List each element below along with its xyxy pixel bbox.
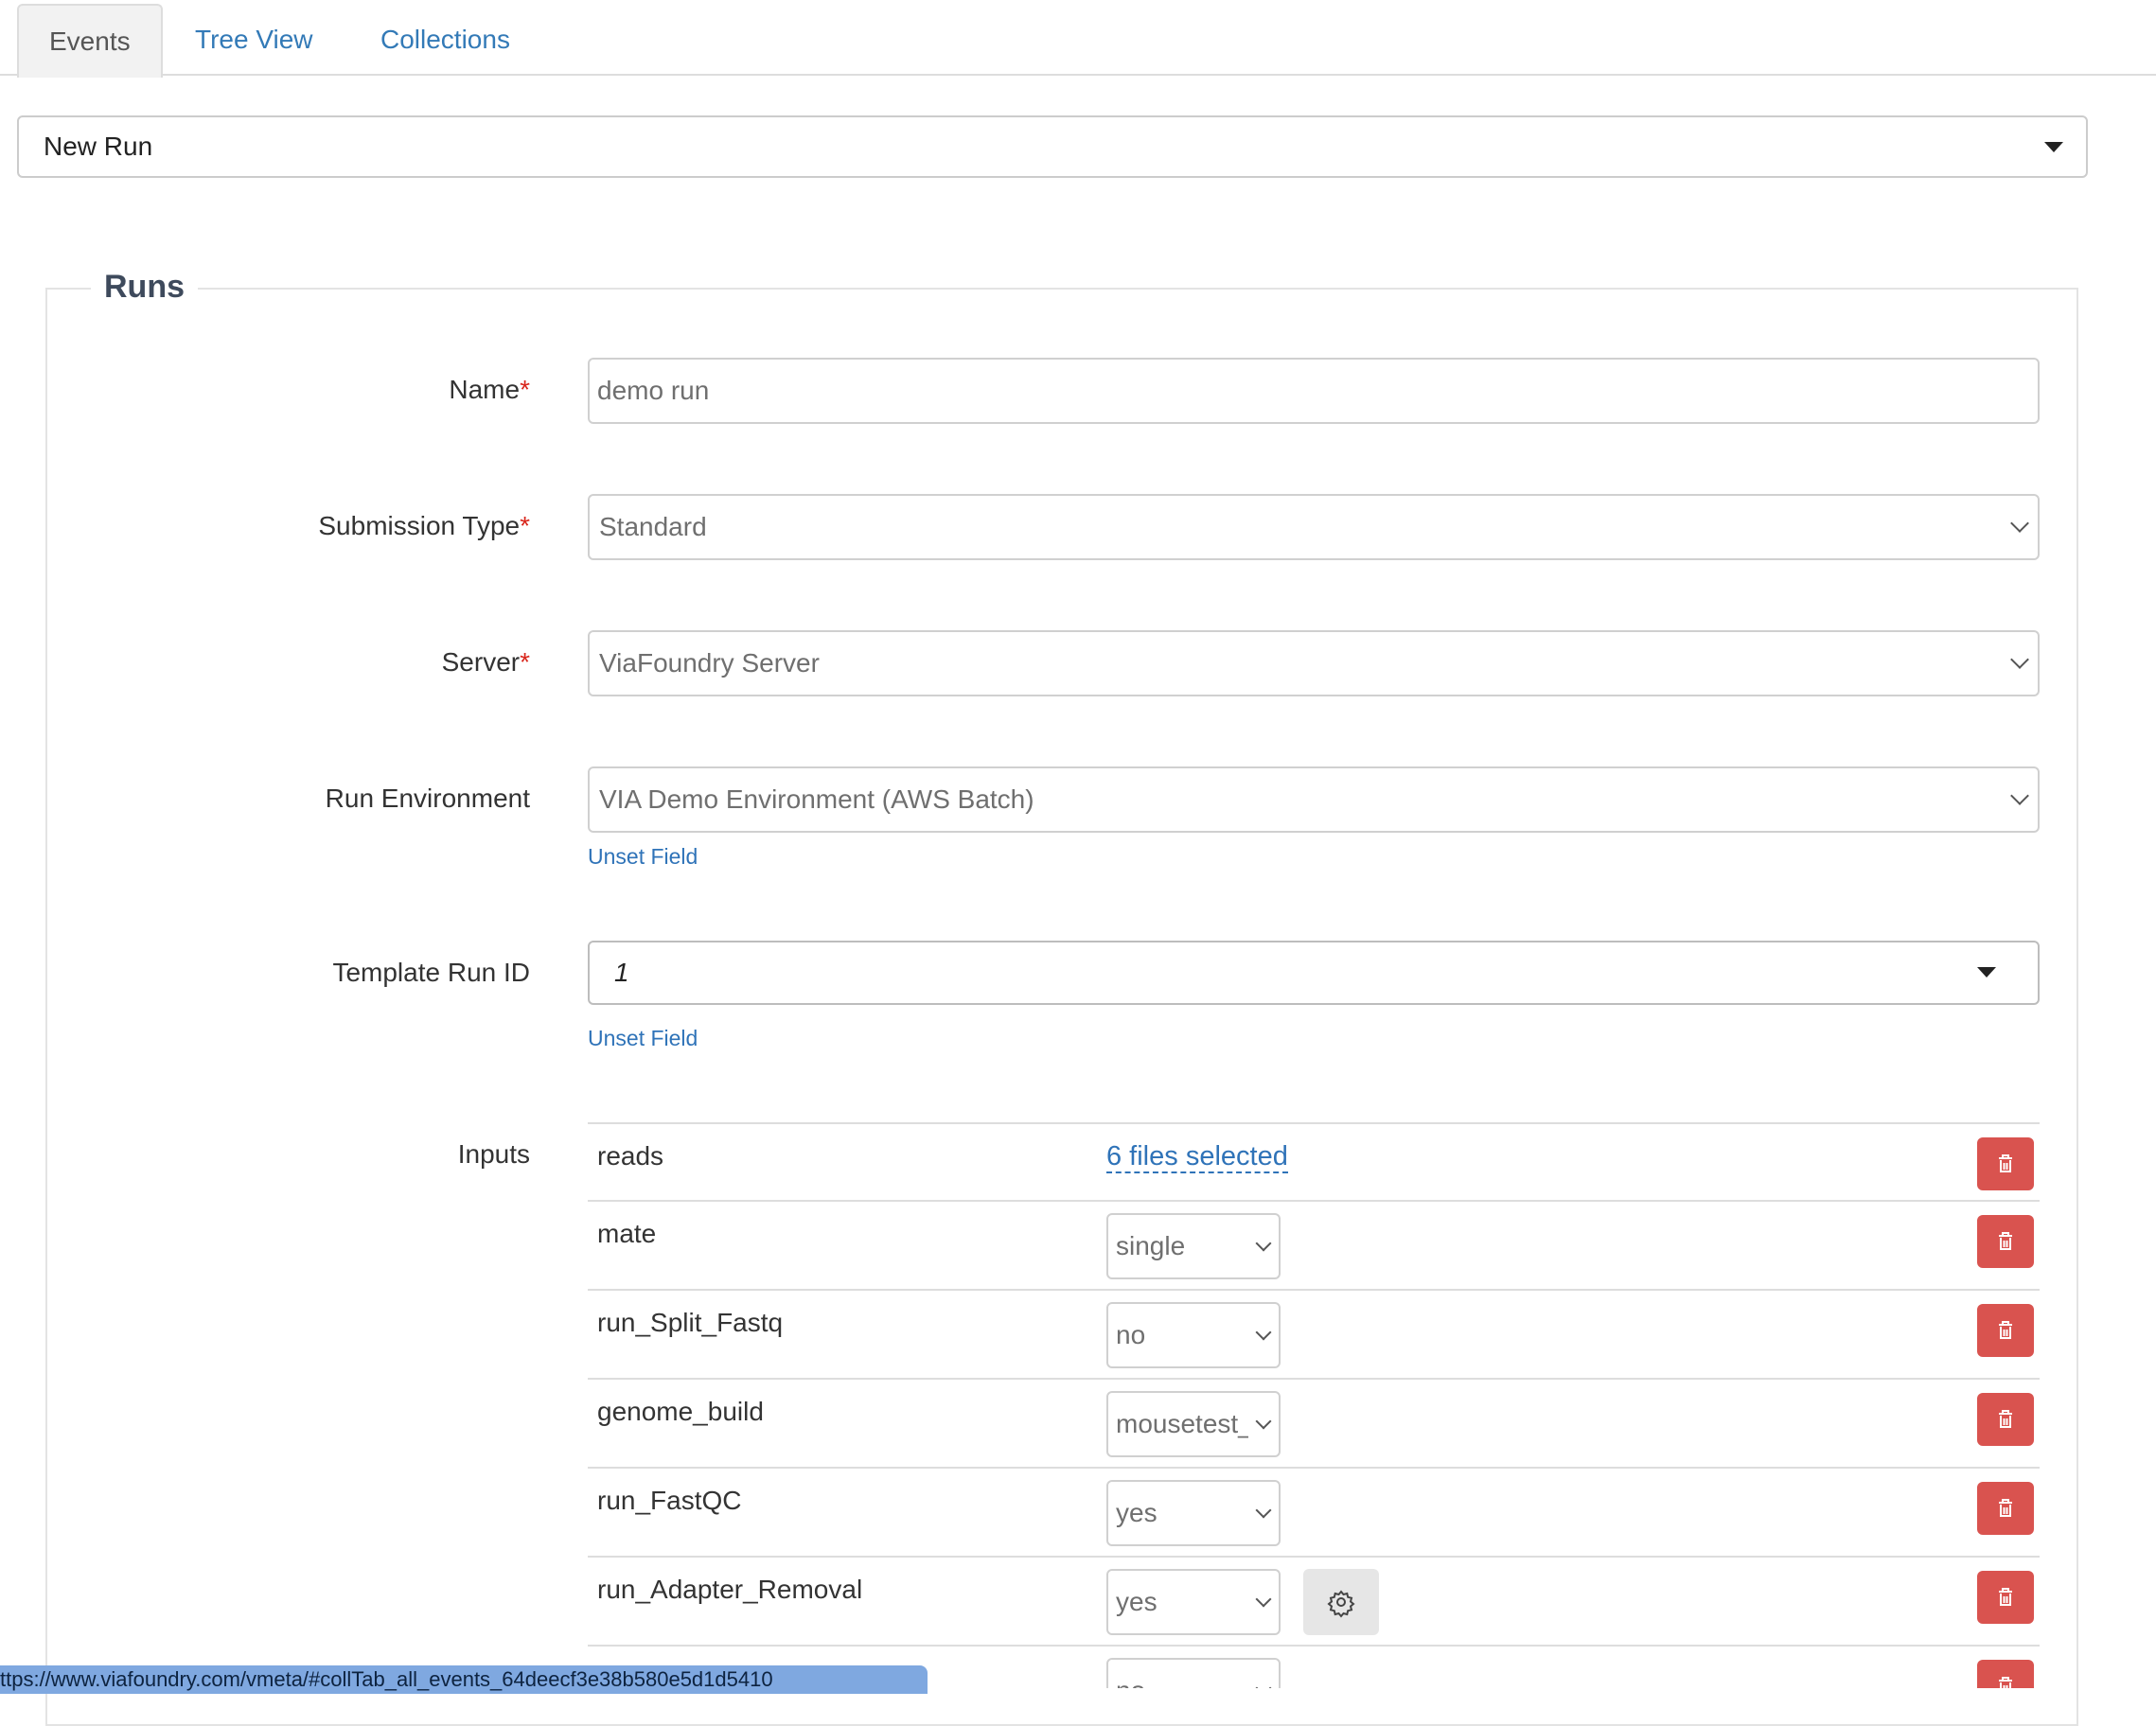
- template-run-id-label: Template Run ID: [332, 958, 530, 987]
- required-marker: *: [520, 511, 530, 540]
- template-run-id-select[interactable]: 1: [588, 941, 2040, 1005]
- delete-input-button[interactable]: [1977, 1304, 2034, 1357]
- run-environment-select[interactable]: VIA Demo Environment (AWS Batch): [588, 766, 2040, 833]
- submission-type-select[interactable]: Standard: [588, 494, 2040, 560]
- chevron-down-icon: [2010, 650, 2029, 669]
- settings-button[interactable]: [1303, 1569, 1379, 1635]
- input-row-reads: reads 6 files selected: [588, 1122, 2040, 1200]
- trash-icon: [1999, 1677, 2012, 1688]
- name-input-value: demo run: [597, 376, 710, 405]
- server-value: ViaFoundry Server: [599, 648, 820, 678]
- inputs-label: Inputs: [457, 1139, 530, 1169]
- delete-input-button[interactable]: [1977, 1393, 2034, 1446]
- input-row-genome-build: genome_build mousetest_: [588, 1378, 2040, 1467]
- input-value: yes: [1116, 1498, 1158, 1527]
- submission-type-label: Submission Type*: [318, 511, 530, 540]
- chevron-down-icon: [1255, 1413, 1272, 1430]
- required-marker: *: [520, 647, 530, 677]
- input-name: mate: [597, 1219, 657, 1248]
- server-select[interactable]: ViaFoundry Server: [588, 630, 2040, 696]
- chevron-down-icon: [1255, 1324, 1272, 1341]
- chevron-down-icon: [1255, 1591, 1272, 1608]
- files-selected-link[interactable]: 6 files selected: [1106, 1141, 1288, 1173]
- input-row-run-split-fastq: run_Split_Fastq no: [588, 1289, 2040, 1378]
- delete-input-button[interactable]: [1977, 1482, 2034, 1535]
- delete-input-button[interactable]: [1977, 1137, 2034, 1190]
- template-run-id-value: 1: [614, 958, 629, 987]
- chevron-down-icon: [1255, 1680, 1272, 1688]
- delete-input-button[interactable]: [1977, 1215, 2034, 1268]
- chevron-down-icon: [2010, 514, 2029, 533]
- input-value: no: [1116, 1320, 1146, 1349]
- input-name: run_Adapter_Removal: [597, 1575, 863, 1604]
- required-marker: *: [520, 375, 530, 404]
- trash-icon: [1999, 1321, 2012, 1339]
- delete-input-button[interactable]: [1977, 1571, 2034, 1624]
- input-value: single: [1116, 1231, 1186, 1260]
- chevron-down-icon: [2010, 786, 2029, 805]
- input-name: genome_build: [597, 1397, 764, 1426]
- trash-icon: [1999, 1232, 2012, 1250]
- caret-down-icon: [2044, 142, 2063, 152]
- name-label: Name*: [449, 375, 530, 404]
- input-name: run_Split_Fastq: [597, 1308, 784, 1337]
- input-row-mate: mate single: [588, 1200, 2040, 1289]
- trash-icon: [1999, 1499, 2012, 1517]
- unset-run-environment-link[interactable]: Unset Field: [588, 844, 698, 870]
- input-value-select[interactable]: mousetest_: [1106, 1391, 1281, 1457]
- event-select-value: New Run: [44, 132, 153, 161]
- trash-icon: [1999, 1410, 2012, 1428]
- tab-bar: Events Tree View Collections: [0, 0, 2156, 78]
- delete-input-button[interactable]: [1977, 1660, 2034, 1688]
- input-name: reads: [597, 1141, 664, 1171]
- input-value: mousetest_: [1116, 1409, 1248, 1438]
- name-input[interactable]: demo run: [588, 358, 2040, 424]
- input-name: run_FastQC: [597, 1486, 742, 1515]
- input-value: no: [1116, 1660, 1248, 1688]
- tab-tree-view[interactable]: Tree View: [165, 4, 344, 76]
- run-environment-value: VIA Demo Environment (AWS Batch): [599, 784, 1034, 814]
- chevron-down-icon: [1255, 1502, 1272, 1519]
- runs-legend: Runs: [91, 265, 198, 308]
- tab-events[interactable]: Events: [17, 4, 163, 78]
- submission-type-value: Standard: [599, 512, 707, 541]
- server-label: Server*: [441, 647, 530, 677]
- input-row-run-adapter-removal: run_Adapter_Removal yes: [588, 1556, 2040, 1645]
- run-environment-label: Run Environment: [325, 784, 530, 813]
- chevron-down-icon: [1255, 1235, 1272, 1252]
- input-value-select[interactable]: yes: [1106, 1480, 1281, 1546]
- input-value: yes: [1116, 1587, 1158, 1616]
- input-value-select[interactable]: single: [1106, 1213, 1281, 1279]
- trash-icon: [1999, 1588, 2012, 1606]
- caret-down-icon: [1977, 967, 1996, 977]
- input-value-select[interactable]: no: [1106, 1658, 1281, 1688]
- trash-icon: [1999, 1154, 2012, 1172]
- input-row-run-fastqc: run_FastQC yes: [588, 1467, 2040, 1556]
- input-value-select[interactable]: no: [1106, 1302, 1281, 1368]
- input-value-select[interactable]: yes: [1106, 1569, 1281, 1635]
- tab-collections[interactable]: Collections: [350, 4, 540, 76]
- event-select[interactable]: New Run: [17, 115, 2088, 178]
- gear-icon: [1327, 1590, 1355, 1618]
- unset-template-run-id-link[interactable]: Unset Field: [588, 1026, 698, 1051]
- status-bar-url: ttps://www.viafoundry.com/vmeta/#collTab…: [0, 1665, 928, 1694]
